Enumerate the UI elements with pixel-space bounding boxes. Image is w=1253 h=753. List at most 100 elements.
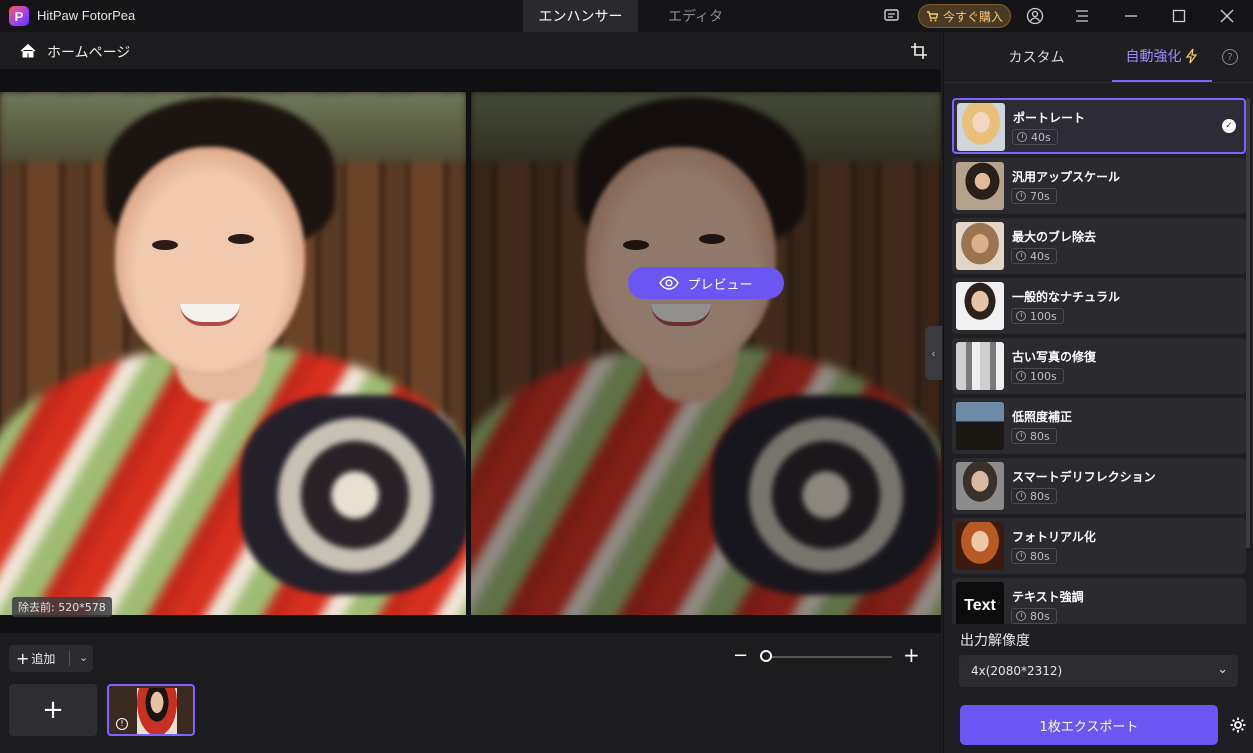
clock-icon: [1016, 491, 1026, 501]
check-icon: ✓: [1222, 119, 1236, 133]
add-image-button[interactable]: +: [9, 684, 97, 736]
tab-auto-enhance-label: 自動強化: [1125, 49, 1182, 65]
duration-text: 40s: [1030, 249, 1050, 263]
duration-text: 80s: [1030, 429, 1050, 443]
model-item-photoreal[interactable]: フォトリアル化 80s: [952, 518, 1246, 574]
zoom-in-button[interactable]: +: [903, 643, 920, 667]
plus-icon: +: [16, 649, 30, 668]
image-thumbnail[interactable]: !: [107, 684, 195, 736]
menu-icon[interactable]: [1072, 6, 1092, 26]
home-link[interactable]: ホームページ: [47, 42, 130, 62]
duration-text: 80s: [1030, 489, 1050, 503]
model-item-deblur[interactable]: 最大のブレ除去 40s: [952, 218, 1246, 274]
app-title: HitPaw FotorPea: [37, 8, 136, 23]
model-item-natural[interactable]: 一般的なナチュラル 100s: [952, 278, 1246, 334]
zoom-slider-handle[interactable]: [760, 650, 772, 662]
duration-badge: 100s: [1011, 308, 1064, 324]
after-image: [471, 92, 941, 615]
model-item-dereflection[interactable]: スマートデリフレクション 80s: [952, 458, 1246, 514]
model-item-text[interactable]: Text テキスト強調 80s: [952, 578, 1246, 624]
duration-text: 40s: [1031, 130, 1051, 144]
chevron-down-icon: ⌄: [1217, 662, 1228, 677]
model-name: スマートデリフレクション: [1012, 470, 1156, 484]
clock-icon: [1016, 251, 1026, 261]
lightning-icon: [1185, 48, 1197, 64]
duration-badge: 80s: [1011, 608, 1057, 624]
account-icon[interactable]: [1025, 6, 1045, 26]
model-name: 低照度補正: [1012, 410, 1073, 424]
model-thumbnail: [956, 402, 1004, 450]
duration-badge: 80s: [1011, 488, 1057, 504]
duration-badge: 70s: [1011, 188, 1057, 204]
model-thumbnail: [956, 222, 1004, 270]
duration-text: 80s: [1030, 549, 1050, 563]
clock-icon: [1016, 191, 1026, 201]
gear-icon[interactable]: [1229, 716, 1247, 734]
preview-button[interactable]: プレビュー: [628, 267, 784, 299]
text-thumbnail-label: Text: [964, 597, 996, 614]
model-item-low-light[interactable]: 低照度補正 80s: [952, 398, 1246, 454]
buy-now-label: 今すぐ購入: [942, 9, 1003, 24]
model-thumbnail: [957, 103, 1005, 151]
chevron-down-icon[interactable]: ⌄: [79, 651, 88, 664]
duration-badge: 80s: [1011, 548, 1057, 564]
mode-tabs: エンハンサー エディタ: [523, 0, 753, 32]
model-name: フォトリアル化: [1012, 530, 1096, 544]
home-icon[interactable]: [19, 42, 37, 60]
tab-custom[interactable]: カスタム: [974, 32, 1099, 82]
model-name: 最大のブレ除去: [1012, 230, 1097, 244]
cart-icon: [926, 11, 938, 22]
tab-editor[interactable]: エディタ: [638, 0, 753, 32]
clock-icon: [1016, 611, 1026, 621]
info-icon[interactable]: !: [116, 718, 128, 730]
model-name: 古い写真の修復: [1012, 350, 1097, 364]
buy-now-button[interactable]: 今すぐ購入: [918, 4, 1011, 28]
output-resolution-value: 4x(2080*2312): [971, 664, 1063, 678]
model-item-portrait[interactable]: ポートレート 40s ✓: [952, 98, 1246, 154]
crop-icon[interactable]: [910, 42, 928, 60]
model-item-old-photo[interactable]: 古い写真の修復 100s: [952, 338, 1246, 394]
zoom-out-button[interactable]: −: [733, 645, 748, 666]
minimize-icon[interactable]: [1121, 6, 1141, 26]
chevron-left-icon: ‹: [931, 346, 936, 360]
tab-enhancer[interactable]: エンハンサー: [523, 0, 638, 32]
eye-icon: [659, 276, 680, 290]
duration-text: 100s: [1030, 309, 1057, 323]
add-button[interactable]: + 追加 ⌄: [9, 645, 93, 672]
clock-icon: [1016, 431, 1026, 441]
maximize-icon[interactable]: [1169, 6, 1189, 26]
output-resolution-select[interactable]: 4x(2080*2312) ⌄: [959, 655, 1238, 687]
before-image: [0, 92, 466, 615]
tab-auto-enhance[interactable]: 自動強化: [1112, 32, 1212, 82]
preview-label: プレビュー: [687, 277, 753, 293]
enhance-panel: カスタム 自動強化 ? ポートレート 40s ✓ 汎用アップスケール 70s 最…: [943, 32, 1253, 753]
divider: [69, 651, 70, 666]
clock-icon: [1017, 132, 1027, 142]
feedback-icon[interactable]: [882, 6, 902, 26]
bottom-bar: + 追加 ⌄ − + + !: [0, 633, 941, 753]
model-thumbnail: [956, 282, 1004, 330]
clock-icon: [1016, 311, 1026, 321]
duration-text: 100s: [1030, 369, 1057, 383]
model-thumbnail: [956, 462, 1004, 510]
export-button[interactable]: 1枚エクスポート: [960, 705, 1218, 745]
clock-icon: [1016, 551, 1026, 561]
help-icon[interactable]: ?: [1222, 49, 1238, 65]
model-name: ポートレート: [1013, 111, 1086, 125]
add-label: 追加: [31, 652, 56, 666]
app-logo: P: [9, 6, 29, 26]
model-name: 一般的なナチュラル: [1012, 290, 1121, 304]
model-list-scrollbar[interactable]: [1246, 98, 1250, 548]
model-name: 汎用アップスケール: [1012, 170, 1121, 184]
title-bar: P HitPaw FotorPea エンハンサー エディタ 今すぐ購入: [0, 0, 1253, 32]
model-thumbnail: [956, 162, 1004, 210]
duration-badge: 40s: [1012, 129, 1058, 145]
close-icon[interactable]: [1217, 6, 1237, 26]
zoom-slider-track[interactable]: [766, 656, 892, 658]
duration-badge: 40s: [1011, 248, 1057, 264]
image-canvas[interactable]: 除去前: 520*578 ‹: [0, 70, 942, 633]
duration-text: 80s: [1030, 609, 1050, 623]
original-size-label: 除去前: 520*578: [12, 597, 112, 617]
collapse-panel-button[interactable]: ‹: [925, 326, 942, 380]
model-item-upscale[interactable]: 汎用アップスケール 70s: [952, 158, 1246, 214]
